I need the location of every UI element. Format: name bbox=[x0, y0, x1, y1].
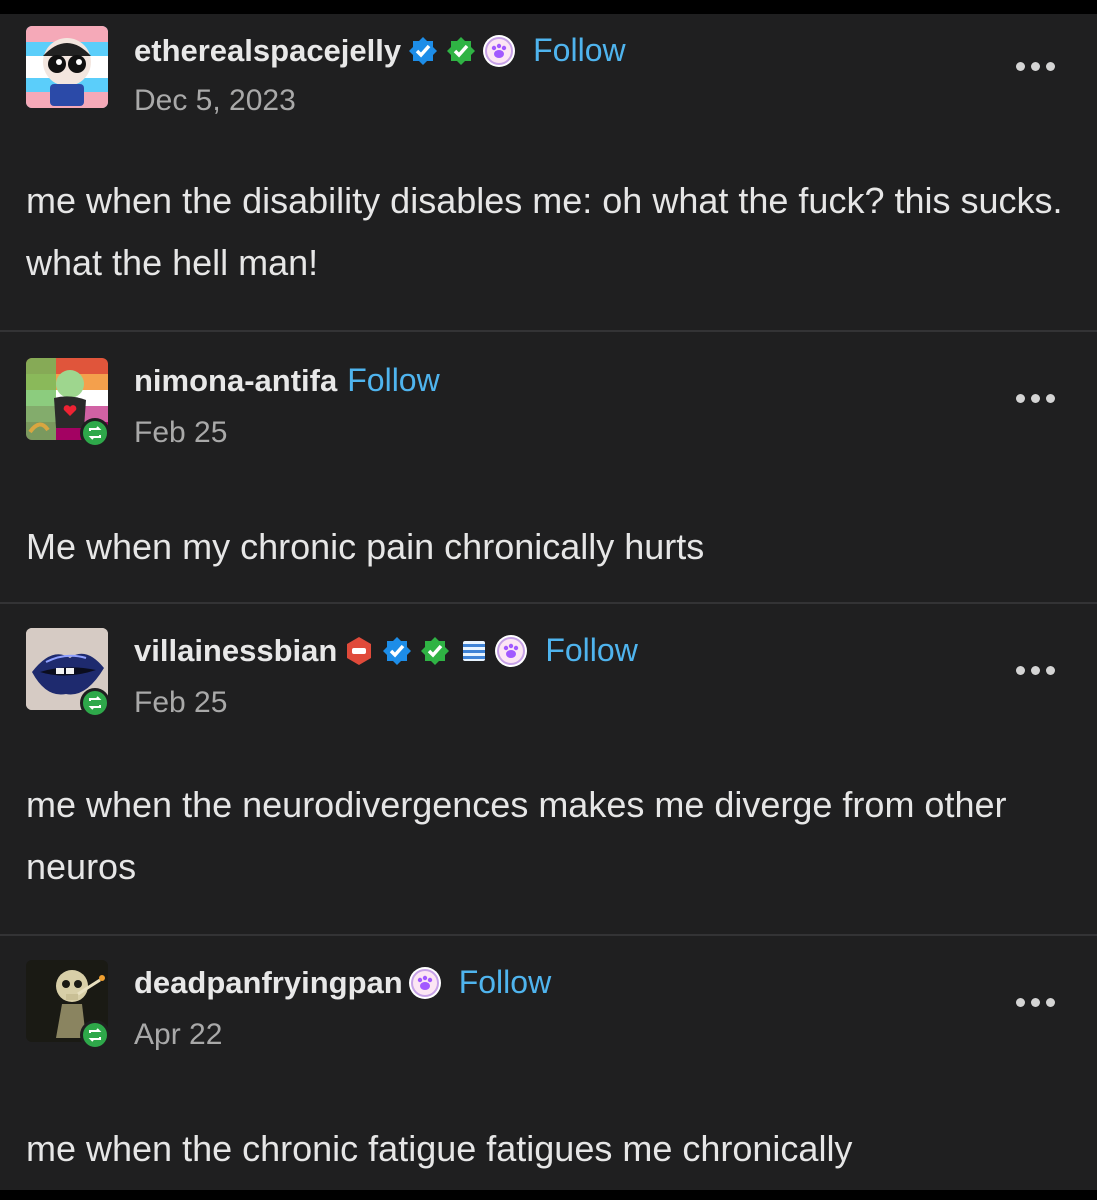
post-3: villainessbian Follow Feb 25 me when the… bbox=[0, 604, 1097, 934]
paw-badge-icon[interactable] bbox=[408, 966, 441, 999]
green-check-badge-icon[interactable] bbox=[419, 635, 451, 667]
avatar[interactable] bbox=[26, 26, 108, 108]
more-options-icon[interactable] bbox=[1016, 394, 1055, 403]
verified-badge-icon[interactable] bbox=[381, 635, 413, 667]
paw-badge-icon[interactable] bbox=[495, 634, 528, 667]
more-options-icon[interactable] bbox=[1016, 998, 1055, 1007]
post-date[interactable]: Feb 25 bbox=[134, 416, 227, 450]
username[interactable]: deadpanfryingpan bbox=[134, 965, 403, 1001]
post-text: me when the chronic fatigue fatigues me … bbox=[26, 1128, 853, 1169]
post-1: etherealspacejelly Follow Dec 5, 2023 me… bbox=[0, 14, 1097, 332]
username[interactable]: villainessbian bbox=[134, 633, 337, 669]
post-header: deadpanfryingpan Follow bbox=[134, 964, 551, 1001]
reblog-icon bbox=[80, 688, 110, 718]
post-date[interactable]: Dec 5, 2023 bbox=[134, 84, 296, 118]
post-date[interactable]: Feb 25 bbox=[134, 686, 227, 720]
username[interactable]: etherealspacejelly bbox=[134, 33, 401, 69]
reblog-icon bbox=[80, 1020, 110, 1050]
username[interactable]: nimona-antifa bbox=[134, 363, 337, 399]
follow-button[interactable]: Follow bbox=[459, 964, 551, 1001]
red-badge-icon[interactable] bbox=[343, 635, 375, 667]
more-options-icon[interactable] bbox=[1016, 62, 1055, 71]
follow-button[interactable]: Follow bbox=[533, 32, 625, 69]
post-thread: etherealspacejelly Follow Dec 5, 2023 me… bbox=[0, 14, 1097, 1190]
post-header: villainessbian Follow bbox=[134, 632, 638, 669]
post-text: Me when my chronic pain chronically hurt… bbox=[26, 526, 705, 567]
flag-badge-icon[interactable] bbox=[457, 635, 489, 667]
post-header: etherealspacejelly Follow bbox=[134, 32, 626, 69]
follow-button[interactable]: Follow bbox=[347, 362, 439, 399]
post-text: me when the neurodivergences makes me di… bbox=[26, 784, 1007, 887]
post-4: deadpanfryingpan Follow Apr 22 me when t… bbox=[0, 936, 1097, 1190]
post-date[interactable]: Apr 22 bbox=[134, 1018, 222, 1052]
post-text: me when the disability disables me: oh w… bbox=[26, 180, 1063, 283]
paw-badge-icon[interactable] bbox=[483, 34, 516, 67]
follow-button[interactable]: Follow bbox=[545, 632, 637, 669]
green-check-badge-icon[interactable] bbox=[445, 35, 477, 67]
reblog-icon bbox=[80, 418, 110, 448]
verified-badge-icon[interactable] bbox=[407, 35, 439, 67]
more-options-icon[interactable] bbox=[1016, 666, 1055, 675]
post-header: nimona-antifa Follow bbox=[134, 362, 440, 399]
post-2: nimona-antifa Follow Feb 25 Me when my c… bbox=[0, 332, 1097, 602]
